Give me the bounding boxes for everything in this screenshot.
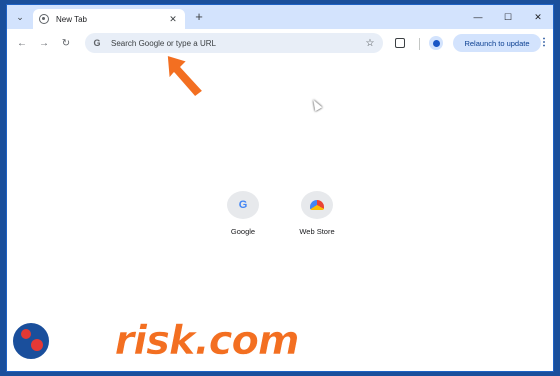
watermark-pc: PC — [57, 317, 116, 365]
google-icon: G — [93, 38, 101, 48]
tab-title: New Tab — [56, 14, 87, 24]
shortcut-web-store[interactable]: Web Store — [292, 191, 342, 236]
tab-new-tab[interactable]: New Tab ✕ — [33, 9, 185, 29]
maximize-button[interactable]: ☐ — [493, 5, 523, 29]
address-bar-placeholder[interactable]: Search Google or type a URL — [111, 39, 363, 48]
mouse-cursor-icon — [309, 97, 323, 112]
browser-toolbar: ← → ↻ G Search Google or type a URL ☆ Re… — [7, 29, 553, 57]
forward-button[interactable]: → — [33, 32, 55, 54]
minimize-button[interactable]: — — [463, 5, 493, 29]
toolbar-divider — [419, 38, 420, 50]
reload-button[interactable]: ↻ — [55, 32, 77, 54]
watermark-risk: risk — [114, 318, 195, 365]
bookmark-star-icon[interactable]: ☆ — [363, 38, 377, 49]
chrome-favicon-icon — [39, 14, 49, 24]
shortcut-label: Google — [230, 227, 256, 236]
extensions-icon[interactable] — [395, 38, 405, 48]
shortcut-tile — [301, 191, 333, 219]
pcrisk-watermark: PCrisk.com — [10, 317, 330, 368]
window-controls: — ☐ ✕ — [463, 5, 553, 29]
relaunch-to-update-button[interactable]: Relaunch to update — [453, 34, 541, 52]
address-bar[interactable]: G Search Google or type a URL ☆ — [85, 33, 383, 53]
shortcut-label: Web Store — [299, 227, 335, 236]
watermark-text: PCrisk.com — [57, 317, 300, 365]
web-store-icon — [310, 200, 324, 210]
watermark-com: .com — [194, 318, 300, 365]
close-window-button[interactable]: ✕ — [523, 5, 553, 29]
shortcut-google[interactable]: G Google — [218, 191, 268, 236]
new-tab-button[interactable]: + — [191, 9, 207, 25]
close-tab-icon[interactable]: ✕ — [167, 14, 179, 25]
browser-window: ⌄ New Tab ✕ + — ☐ ✕ ← → ↻ G Search Googl… — [6, 4, 554, 372]
back-button[interactable]: ← — [11, 32, 33, 54]
shortcut-tile: G — [227, 191, 259, 219]
annotation-arrow-icon — [166, 54, 204, 98]
tab-search-button[interactable]: ⌄ — [11, 9, 29, 25]
pcrisk-logo-icon — [10, 320, 52, 362]
more-menu-icon[interactable]: ⋮ — [539, 36, 549, 50]
tab-strip: ⌄ New Tab ✕ + — ☐ ✕ — [7, 5, 553, 29]
google-icon: G — [238, 199, 248, 211]
profile-icon[interactable] — [429, 36, 443, 50]
chevron-down-icon: ⌄ — [16, 11, 24, 22]
